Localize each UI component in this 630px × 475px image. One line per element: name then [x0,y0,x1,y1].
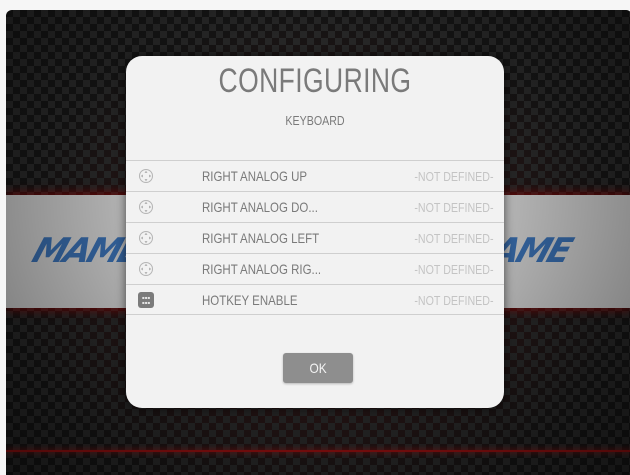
ok-button-label: OK [309,360,327,376]
dialog-subtitle: KEYBOARD [285,113,345,128]
accent-line [6,450,630,452]
mapping-label: RIGHT ANALOG LEFT [202,230,320,246]
mapping-value: -NOT DEFINED- [414,169,494,184]
mapping-label: RIGHT ANALOG DO... [202,199,318,215]
mapping-row-right-analog-up[interactable]: RIGHT ANALOG UP -NOT DEFINED- [126,160,504,191]
mapping-value: -NOT DEFINED- [414,231,494,246]
mapping-label: RIGHT ANALOG UP [202,168,308,184]
ok-button[interactable]: OK [283,353,353,383]
dpad-icon [139,231,153,245]
mapping-row-hotkey-enable[interactable]: ▪▪▪ ▪▪▪ HOTKEY ENABLE -NOT DEFINED- [126,284,504,315]
mapping-value: -NOT DEFINED- [414,293,494,308]
mapping-row-right-analog-left[interactable]: RIGHT ANALOG LEFT -NOT DEFINED- [126,222,504,253]
configuring-dialog: CONFIGURING KEYBOARD RIGHT ANALOG UP -NO… [126,56,504,408]
mapping-label: RIGHT ANALOG RIG... [202,261,322,277]
dpad-icon [139,200,153,214]
dialog-title: CONFIGURING [218,62,412,100]
hotkey-icon: ▪▪▪ ▪▪▪ [138,292,154,308]
mapping-value: -NOT DEFINED- [414,200,494,215]
mapping-value: -NOT DEFINED- [414,262,494,277]
mapping-label: HOTKEY ENABLE [202,292,298,308]
mapping-row-right-analog-down[interactable]: RIGHT ANALOG DO... -NOT DEFINED- [126,191,504,222]
input-mapping-list: RIGHT ANALOG UP -NOT DEFINED- RIGHT ANAL… [126,160,504,315]
mapping-row-right-analog-right[interactable]: RIGHT ANALOG RIG... -NOT DEFINED- [126,253,504,284]
dpad-icon [139,262,153,276]
dpad-icon [139,169,153,183]
